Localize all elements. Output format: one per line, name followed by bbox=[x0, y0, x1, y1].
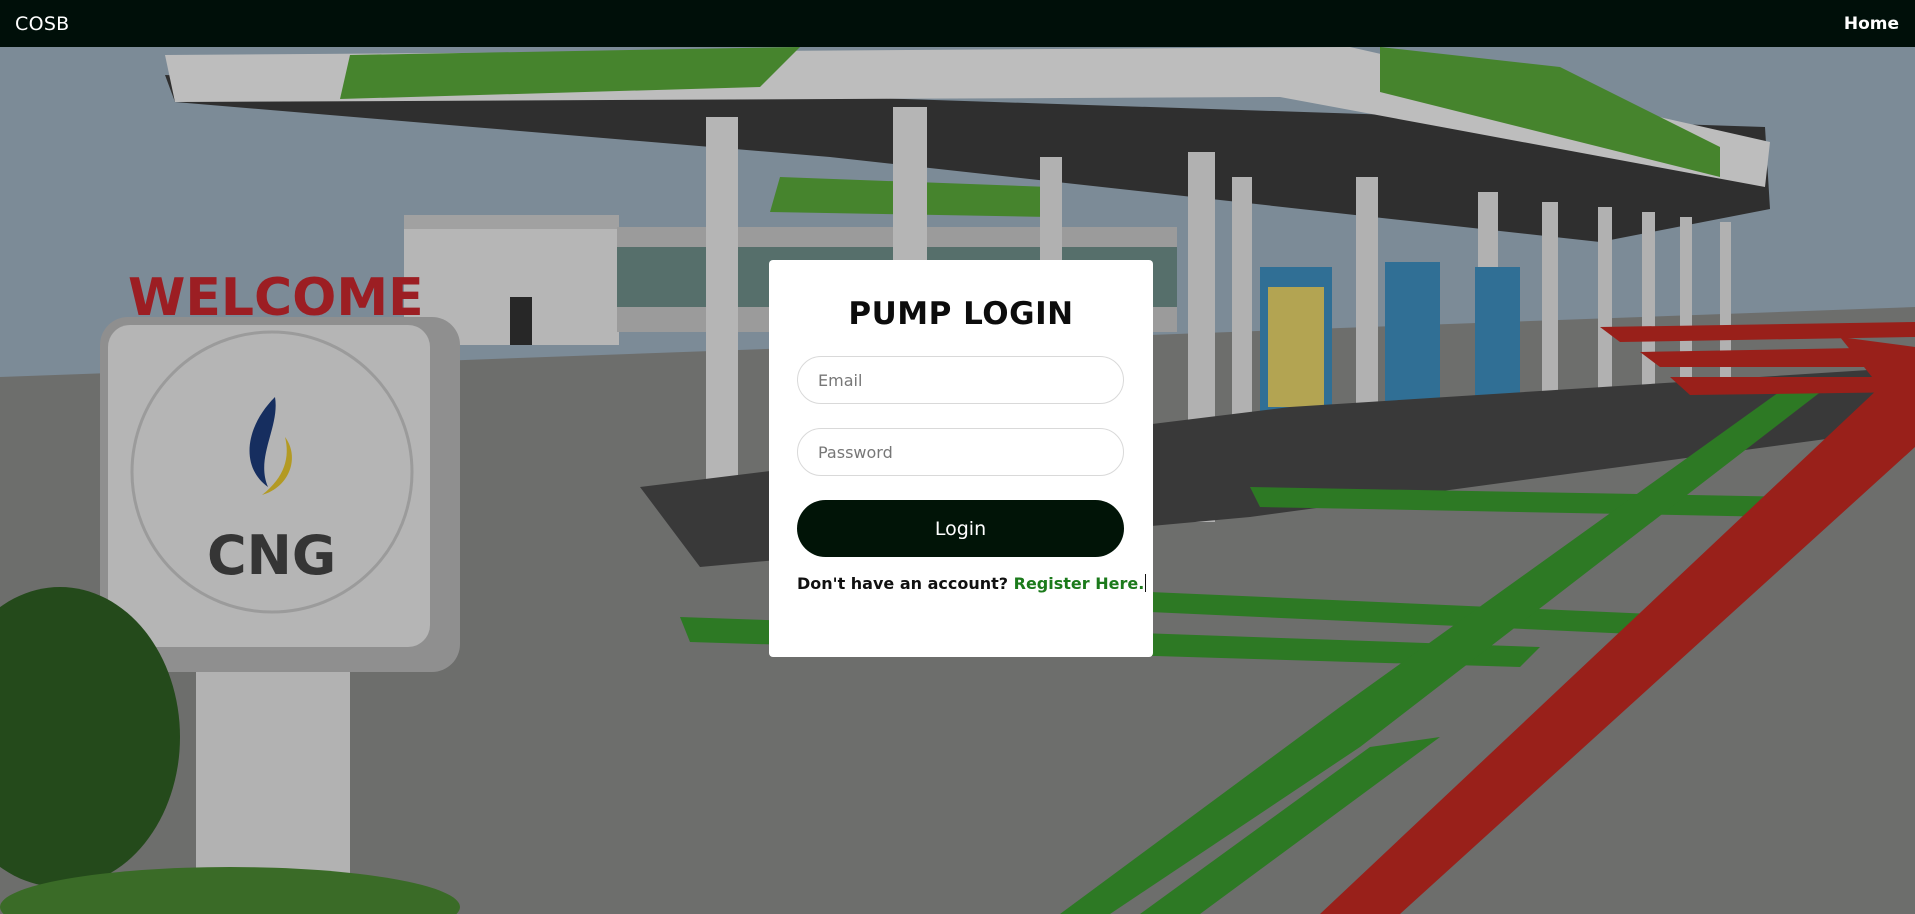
nav-home-link[interactable]: Home bbox=[1844, 14, 1899, 34]
login-card: PUMP LOGIN Login Don't have an account? … bbox=[769, 260, 1153, 657]
text-caret bbox=[1145, 574, 1147, 592]
register-link[interactable]: Register Here. bbox=[1014, 574, 1145, 593]
page-title: PUMP LOGIN bbox=[848, 296, 1074, 332]
register-prompt: Don't have an account? Register Here. bbox=[797, 574, 1147, 593]
register-prompt-text: Don't have an account? bbox=[797, 574, 1014, 593]
password-field[interactable] bbox=[797, 428, 1124, 476]
email-field[interactable] bbox=[797, 356, 1124, 404]
login-button[interactable]: Login bbox=[797, 500, 1124, 557]
brand-logo[interactable]: COSB bbox=[15, 13, 70, 35]
navbar: COSB Home bbox=[0, 0, 1915, 47]
